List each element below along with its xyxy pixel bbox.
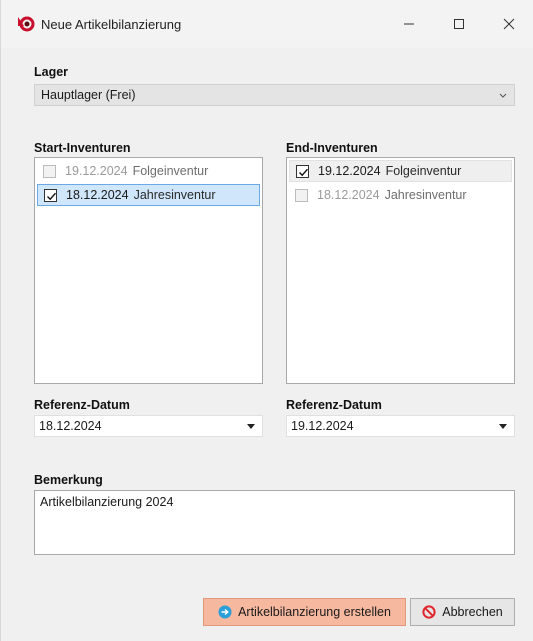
item-date: 19.12.2024	[318, 164, 381, 178]
item-date: 18.12.2024	[66, 188, 129, 202]
checkbox[interactable]	[44, 188, 57, 202]
create-button[interactable]: Artikelbilanzierung erstellen	[203, 598, 406, 626]
list-item[interactable]: 18.12.2024 Jahresinventur	[37, 184, 260, 206]
dropdown-arrow-icon	[247, 424, 255, 429]
end-inventuren-list[interactable]: 19.12.2024 Folgeinventur 18.12.2024 Jahr…	[286, 157, 515, 384]
minimize-button[interactable]	[389, 10, 429, 38]
end-inventuren-label: End-Inventuren	[286, 141, 378, 155]
arrow-right-circle-icon	[218, 605, 232, 619]
checkbox[interactable]	[43, 164, 56, 178]
create-button-label: Artikelbilanzierung erstellen	[238, 605, 391, 619]
cancel-button[interactable]: Abbrechen	[410, 598, 515, 626]
bemerkung-textarea[interactable]: Artikelbilanzierung 2024	[34, 490, 515, 555]
item-name: Jahresinventur	[384, 188, 467, 202]
item-date: 18.12.2024	[317, 188, 380, 202]
dropdown-arrow-icon	[499, 424, 507, 429]
referenz-datum-end-select[interactable]: 19.12.2024	[286, 415, 515, 437]
bemerkung-value: Artikelbilanzierung 2024	[40, 495, 174, 509]
referenz-datum-end-label: Referenz-Datum	[286, 398, 382, 412]
start-inventuren-list[interactable]: 19.12.2024 Folgeinventur 18.12.2024 Jahr…	[34, 157, 263, 384]
referenz-datum-start-select[interactable]: 18.12.2024	[34, 415, 263, 437]
referenz-datum-start-value: 18.12.2024	[39, 419, 102, 433]
item-name: Jahresinventur	[133, 188, 216, 202]
chevron-down-icon	[498, 89, 508, 99]
cancel-button-label: Abbrechen	[442, 605, 503, 619]
no-entry-icon	[422, 605, 436, 619]
item-name: Folgeinventur	[132, 164, 209, 178]
start-inventuren-label: Start-Inventuren	[34, 141, 131, 155]
checkmark-icon	[299, 168, 309, 176]
app-logo-icon	[15, 14, 35, 34]
list-item[interactable]: 19.12.2024 Folgeinventur	[289, 160, 512, 182]
checkbox[interactable]	[295, 188, 308, 202]
window-title: Neue Artikelbilanzierung	[41, 17, 182, 32]
lager-label: Lager	[34, 65, 69, 79]
list-item[interactable]: 19.12.2024 Folgeinventur	[37, 160, 260, 182]
referenz-datum-end-value: 19.12.2024	[291, 419, 354, 433]
lager-select[interactable]: Hauptlager (Frei)	[34, 84, 515, 106]
checkbox[interactable]	[296, 164, 309, 178]
list-item[interactable]: 18.12.2024 Jahresinventur	[289, 184, 512, 206]
lager-value: Hauptlager (Frei)	[41, 88, 136, 102]
maximize-button[interactable]	[439, 10, 479, 38]
close-button[interactable]	[489, 10, 529, 38]
referenz-datum-start-label: Referenz-Datum	[34, 398, 130, 412]
checkmark-icon	[47, 192, 57, 200]
item-date: 19.12.2024	[65, 164, 128, 178]
bemerkung-label: Bemerkung	[34, 473, 103, 487]
dialog-window: Neue Artikelbilanzierung Lager Hauptlage…	[0, 0, 533, 641]
item-name: Folgeinventur	[385, 164, 462, 178]
title-bar: Neue Artikelbilanzierung	[1, 0, 533, 48]
